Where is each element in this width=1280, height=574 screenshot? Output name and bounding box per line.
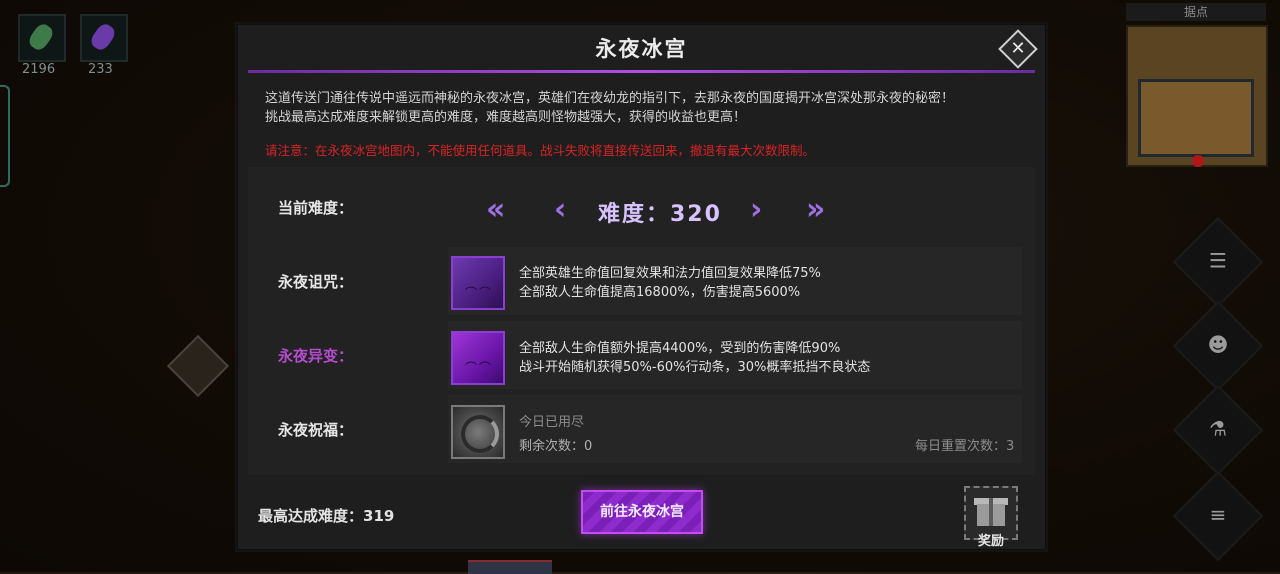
blessing-status: 今日已用尽 xyxy=(519,415,585,430)
curse-effect-line: 全部英雄生命值回复效果和法力值回复效果降低75% xyxy=(519,266,821,281)
purple-gem-slot[interactable] xyxy=(80,14,128,62)
blessing-remaining: 剩余次数：0 xyxy=(519,439,593,454)
menu-list-icon: ≡ xyxy=(1209,502,1227,527)
minimap-room xyxy=(1138,79,1254,157)
leaf-gem-count: 2196 xyxy=(22,62,56,77)
description-line: 挑战最高达成难度来解锁更高的难度，难度越高则怪物越强大，获得的收益也更高！ xyxy=(265,110,747,125)
purple-gem-count: 233 xyxy=(88,62,113,77)
title-divider xyxy=(248,70,1035,73)
minimap[interactable] xyxy=(1126,25,1268,167)
curse-icon[interactable]: ⌒⌒ xyxy=(451,256,505,310)
dialog-description: 这道传送门通往传说中遥远而神秘的永夜冰宫，英雄们在夜幼龙的指引下，去那永夜的国度… xyxy=(265,89,1035,127)
mutation-icon[interactable]: ⌒⌒ xyxy=(451,331,505,385)
difficulty-fast-decrease-button[interactable]: « xyxy=(486,195,505,225)
difficulty-decrease-button[interactable]: ‹ xyxy=(554,195,566,225)
blessing-daily-reset: 每日重置次数：3 xyxy=(915,439,1015,454)
blessing-label: 永夜祝福： xyxy=(278,421,354,439)
curse-effects: 全部英雄生命值回复效果和法力值回复效果降低75% 全部敌人生命值提高16800%… xyxy=(519,264,821,302)
difficulty-selector: « ‹ 难度：320 › » xyxy=(478,193,848,233)
eternal-night-dialog: 永夜冰宫 ✕ 这道传送门通往传说中遥远而神秘的永夜冰宫，英雄们在夜幼龙的指引下，… xyxy=(237,24,1046,550)
description-line: 这道传送门通往传说中遥远而神秘的永夜冰宫，英雄们在夜幼龙的指引下，去那永夜的国度… xyxy=(265,91,955,106)
mutation-label: 永夜异变： xyxy=(278,347,354,365)
difficulty-fast-increase-button[interactable]: » xyxy=(806,195,825,225)
curse-label: 永夜诅咒： xyxy=(278,273,354,291)
difficulty-label: 当前难度： xyxy=(278,199,354,217)
curse-effect-line: 全部敌人生命值提高16800%，伤害提高5600% xyxy=(519,285,801,300)
reward-label: 奖励 xyxy=(977,534,1004,549)
blessing-icon[interactable] xyxy=(451,405,505,459)
max-difficulty: 最高达成难度：319 xyxy=(258,507,395,525)
swirl-icon xyxy=(461,415,499,453)
leaf-gem-slot[interactable] xyxy=(18,14,66,62)
mutation-effects: 全部敌人生命值额外提高4400%，受到的伤害降低90% 战斗开始随机获得50%-… xyxy=(519,339,870,377)
difficulty-increase-button[interactable]: › xyxy=(750,195,762,225)
player-marker-icon xyxy=(1192,155,1204,167)
potion-icon: ⚗ xyxy=(1209,416,1227,441)
mutation-effect-line: 全部敌人生命值额外提高4400%，受到的伤害降低90% xyxy=(519,341,841,356)
mutation-effect-line: 战斗开始随机获得50%-60%行动条，30%概率抵挡不良状态 xyxy=(519,360,871,375)
difficulty-value: 难度：320 xyxy=(598,202,722,227)
leaf-gem-icon xyxy=(26,21,56,53)
enter-dungeon-button[interactable]: 前往永夜冰宫 xyxy=(581,490,703,534)
purple-gem-icon xyxy=(88,21,118,53)
party-icon: ☻ xyxy=(1207,332,1229,357)
document-icon: ☰ xyxy=(1209,248,1227,273)
dialog-title: 永夜冰宫 xyxy=(595,37,688,61)
close-icon: ✕ xyxy=(1010,38,1026,59)
left-drawer-tab[interactable] xyxy=(0,85,10,187)
minimap-title: 据点 xyxy=(1126,3,1266,21)
warning-text: 请注意：在永夜冰宫地图内，不能使用任何道具。战斗失败将直接传送回来，撤退有最大次… xyxy=(265,143,816,158)
